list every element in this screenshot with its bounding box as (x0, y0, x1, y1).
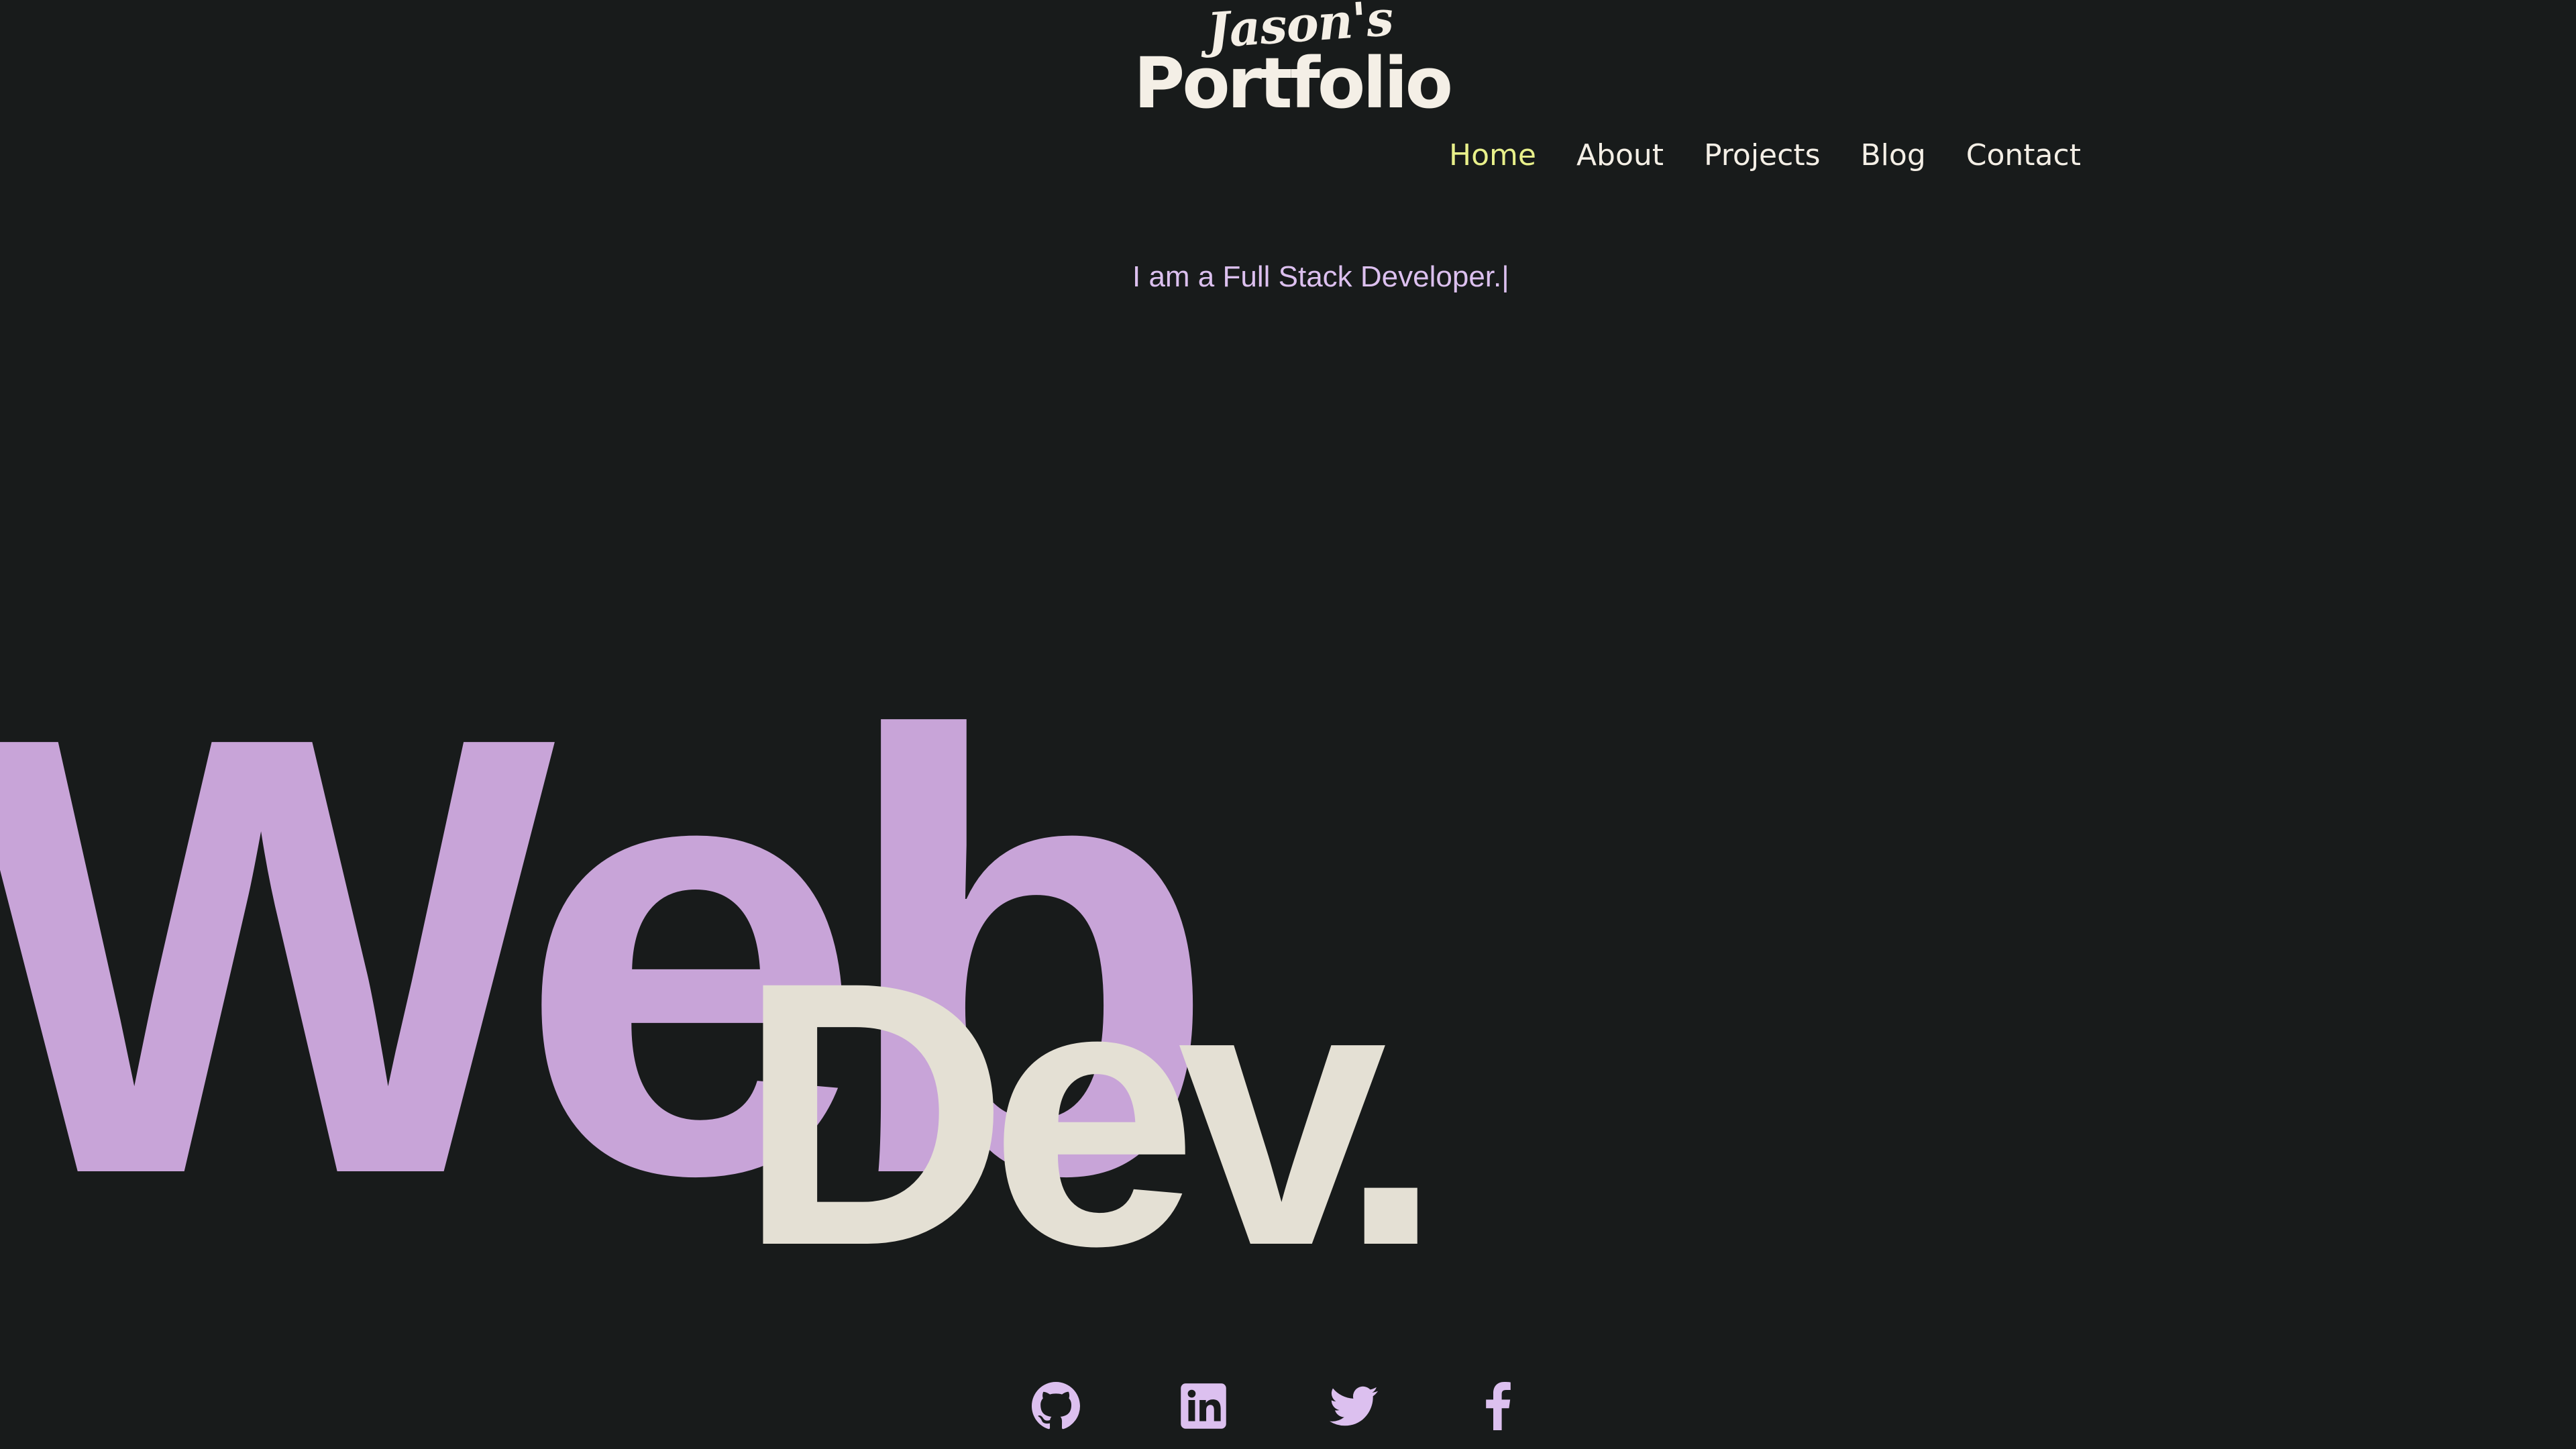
nav-item-projects[interactable]: Projects (1704, 134, 1820, 177)
nav-item-blog[interactable]: Blog (1861, 134, 1926, 177)
facebook-icon (1486, 1382, 1511, 1430)
site-logo[interactable]: Jason's Portfolio (1134, 0, 1453, 118)
main-nav: Home About Projects Blog Contact (1449, 134, 2081, 177)
nav-item-home[interactable]: Home (1449, 134, 1536, 177)
hero-word-dev: Dev. (738, 904, 1443, 1324)
social-links (0, 1382, 2576, 1436)
hero-tagline: I am a Full Stack Developer.| (1132, 260, 1509, 294)
facebook-link[interactable] (1473, 1382, 1521, 1430)
linkedin-link[interactable] (1179, 1382, 1228, 1430)
twitter-link[interactable] (1330, 1382, 1378, 1430)
nav-item-about[interactable]: About (1576, 134, 1664, 177)
linkedin-icon (1181, 1383, 1226, 1429)
github-icon (1032, 1382, 1080, 1430)
twitter-icon (1330, 1386, 1378, 1426)
logo-main-text: Portfolio (1134, 42, 1453, 124)
github-link[interactable] (1032, 1382, 1080, 1430)
typing-caret: | (1501, 260, 1509, 293)
nav-item-contact[interactable]: Contact (1966, 134, 2081, 177)
tagline-text: I am a Full Stack Developer. (1132, 260, 1502, 293)
